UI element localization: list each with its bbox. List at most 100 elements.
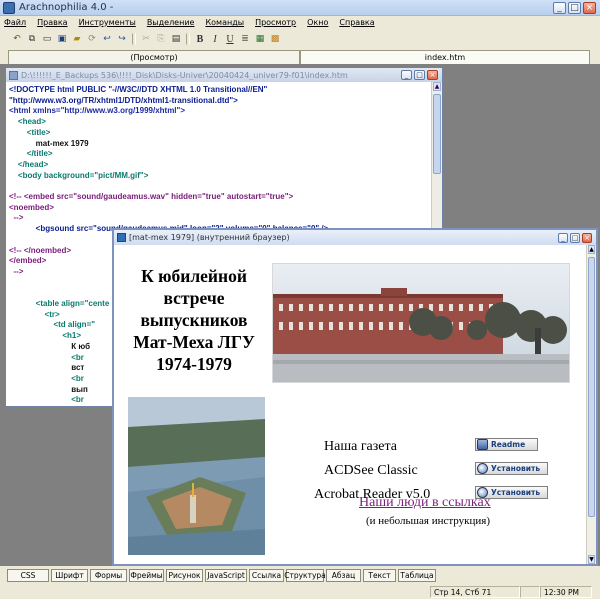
menu-view[interactable]: Просмотр bbox=[255, 18, 296, 27]
cut-icon[interactable]: ✂ bbox=[139, 32, 153, 46]
code-line: <title> bbox=[9, 127, 51, 137]
undo-icon[interactable]: ↶ bbox=[10, 32, 24, 46]
status-time: 12:30 PM bbox=[540, 586, 592, 598]
status-empty bbox=[0, 586, 430, 598]
code-line: "http://www.w3.org/TR/xhtml1/DTD/xhtml1-… bbox=[9, 95, 238, 105]
undo2-icon[interactable]: ↩ bbox=[100, 32, 114, 46]
tag-button-image[interactable]: Рисунок bbox=[166, 568, 203, 582]
install-button-label: Установить bbox=[491, 464, 541, 473]
tag-button-structure[interactable]: Структура bbox=[284, 568, 326, 582]
close-button[interactable]: × bbox=[583, 1, 596, 14]
copy-icon[interactable]: ⧉ bbox=[25, 32, 39, 46]
underline-icon[interactable]: U bbox=[223, 32, 237, 46]
code-line: </title> bbox=[9, 149, 53, 159]
editor-close-button[interactable]: × bbox=[427, 70, 438, 80]
code-line: </head> bbox=[9, 159, 49, 169]
tag-buttons-bar: CSS Шрифт Формы Фреймы Рисунок JavaScrip… bbox=[0, 568, 600, 582]
code-line: <noembed> bbox=[9, 202, 54, 212]
cursor-position: Стр 14, Стб 71 bbox=[430, 586, 520, 598]
bold-icon[interactable]: B bbox=[193, 32, 207, 46]
tag-button-frames[interactable]: Фреймы bbox=[129, 568, 164, 582]
tag-button-paragraph[interactable]: Абзац bbox=[326, 568, 361, 582]
headline-line: К юбилейной bbox=[141, 266, 247, 286]
readme-button[interactable]: Readme bbox=[475, 438, 538, 451]
browser-maximize-button[interactable]: □ bbox=[570, 232, 580, 243]
scroll-up-icon[interactable]: ▲ bbox=[588, 245, 595, 254]
people-link[interactable]: Наши люди в ссылках bbox=[359, 495, 491, 511]
editor-minimize-button[interactable]: _ bbox=[401, 70, 412, 80]
status-slot bbox=[520, 586, 540, 598]
menu-bar: Файл Правка Инструменты Выделение Команд… bbox=[0, 16, 600, 29]
maximize-button[interactable]: □ bbox=[568, 1, 581, 14]
scroll-thumb[interactable] bbox=[433, 94, 441, 174]
app-titlebar: Arachnophilia 4.0 - _ □ × bbox=[0, 0, 600, 16]
headline-line: Мат-Меха ЛГУ bbox=[133, 332, 255, 352]
code-line: --> bbox=[9, 213, 24, 223]
fortress-photo bbox=[128, 397, 265, 555]
menu-window[interactable]: Окно bbox=[307, 18, 328, 27]
italic-icon[interactable]: I bbox=[208, 32, 222, 46]
scroll-down-icon[interactable]: ▼ bbox=[588, 555, 595, 564]
tag-button-javascript[interactable]: JavaScript bbox=[205, 568, 247, 582]
tag-button-link[interactable]: Ссылка bbox=[249, 568, 284, 582]
editor-maximize-button[interactable]: □ bbox=[414, 70, 425, 80]
document-tabs: (Просмотр) index.htm bbox=[0, 50, 600, 64]
minimize-button[interactable]: _ bbox=[553, 1, 566, 14]
browser-scrollbar[interactable]: ▲ ▼ bbox=[586, 245, 596, 564]
menu-selection[interactable]: Выделение bbox=[147, 18, 195, 27]
toolbar: ↶ ⧉ ▭ ▣ ▰ ⟳ ↩ ↪ ✂ ⎘ ▤ B I U ≣ ▦ ▩ bbox=[0, 30, 600, 48]
scroll-up-icon[interactable]: ▲ bbox=[433, 82, 441, 91]
app-title: Arachnophilia 4.0 - bbox=[19, 2, 114, 13]
headline-line: встрече bbox=[163, 288, 225, 308]
tag-button-text[interactable]: Текст bbox=[363, 568, 396, 582]
code-line: <body background="pict/MM.gif"> bbox=[9, 170, 149, 180]
tab-preview[interactable]: (Просмотр) bbox=[8, 50, 300, 64]
editor-title: D:\!!!!!!_E_Backups 536\!!!!_Disk\Disks-… bbox=[21, 70, 348, 80]
paste-icon[interactable]: ⎘ bbox=[154, 32, 168, 46]
editor-titlebar: D:\!!!!!!_E_Backups 536\!!!!_Disk\Disks-… bbox=[6, 68, 442, 82]
menu-help[interactable]: Справка bbox=[339, 18, 374, 27]
new-icon[interactable]: ▭ bbox=[40, 32, 54, 46]
menu-file[interactable]: Файл bbox=[4, 18, 26, 27]
install-icon bbox=[477, 463, 488, 474]
tab-index-htm[interactable]: index.htm bbox=[300, 50, 590, 64]
menu-tools[interactable]: Инструменты bbox=[79, 18, 136, 27]
status-bar: Стр 14, Стб 71 12:30 PM bbox=[0, 585, 600, 599]
browser-title: [mat-mex 1979] (внутренний браузер) bbox=[129, 233, 290, 242]
headline-line: выпускников bbox=[140, 310, 248, 330]
image-icon[interactable]: ▩ bbox=[268, 32, 282, 46]
code-line: <!-- <embed src="sound/gaudeamus.wav" hi… bbox=[9, 192, 294, 202]
browser-titlebar: [mat-mex 1979] (внутренний браузер) _ □ … bbox=[114, 230, 596, 245]
reload-icon[interactable]: ⟳ bbox=[85, 32, 99, 46]
instruction-text: (и небольшая инструкция) bbox=[366, 515, 490, 527]
code-line: <html xmlns="http://www.w3.org/1999/xhtm… bbox=[9, 106, 185, 116]
clipboard-icon[interactable]: ▤ bbox=[169, 32, 183, 46]
open-icon[interactable]: ▰ bbox=[70, 32, 84, 46]
install-acdsee-button[interactable]: Установить bbox=[475, 462, 548, 475]
browser-minimize-button[interactable]: _ bbox=[558, 232, 568, 243]
menu-commands[interactable]: Команды bbox=[205, 18, 244, 27]
install-button-label: Установить bbox=[491, 488, 541, 497]
row-label: ACDSee Classic bbox=[324, 463, 418, 478]
browser-content: К юбилейной встрече выпускников Мат-Меха… bbox=[114, 245, 588, 564]
menu-edit[interactable]: Правка bbox=[37, 18, 67, 27]
stack-icon[interactable]: ≣ bbox=[238, 32, 252, 46]
university-photo bbox=[272, 263, 570, 383]
page-headline: К юбилейной встрече выпускников Мат-Меха… bbox=[124, 265, 264, 375]
code-line: <!DOCTYPE html PUBLIC "-//W3C//DTD XHTML… bbox=[9, 85, 268, 94]
tag-button-table[interactable]: Таблица bbox=[398, 568, 436, 582]
save-icon[interactable]: ▣ bbox=[55, 32, 69, 46]
toolbar-separator bbox=[186, 33, 190, 45]
tag-button-font[interactable]: Шрифт bbox=[51, 568, 88, 582]
tag-button-css[interactable]: CSS bbox=[7, 568, 49, 582]
tag-button-forms[interactable]: Формы bbox=[90, 568, 127, 582]
book-icon bbox=[477, 439, 488, 450]
readme-button-label: Readme bbox=[491, 440, 526, 449]
scroll-thumb[interactable] bbox=[588, 257, 595, 517]
browser-close-button[interactable]: × bbox=[582, 232, 592, 243]
code-line: mat-mex 1979 bbox=[9, 138, 89, 148]
table-icon[interactable]: ▦ bbox=[253, 32, 267, 46]
redo-icon[interactable]: ↪ bbox=[115, 32, 129, 46]
code-line: <head> bbox=[9, 117, 46, 127]
row-label: Наша газета bbox=[324, 439, 398, 454]
